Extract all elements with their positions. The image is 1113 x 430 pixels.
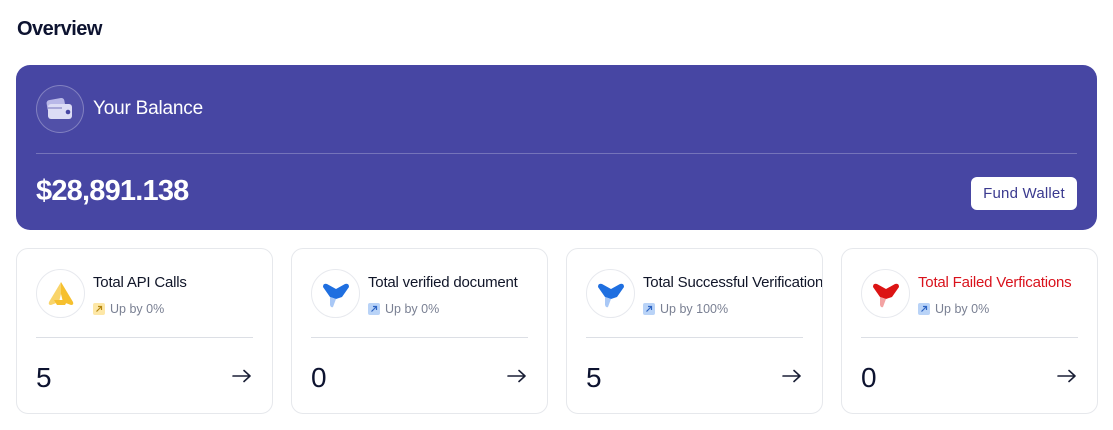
trend-up-icon [93,303,105,315]
stat-card-api-calls: Total API Calls Up by 0% 5 [16,248,273,414]
stat-card-failed-verifications: Total Failed Verfications Up by 0% 0 [841,248,1098,414]
trend-up-icon [643,303,655,315]
stat-value: 5 [36,362,52,393]
arrow-right-icon[interactable] [231,367,253,385]
balance-card: Your Balance $28,891.138 Fund Wallet [16,65,1097,230]
stat-divider [861,337,1078,338]
stat-title: Total Successful Verifications [643,274,823,291]
stat-card-verified-documents: Total verified document Up by 0% 0 [291,248,548,414]
stat-title: Total verified document [368,274,518,291]
stat-trend-text: Up by 100% [660,302,729,316]
fund-wallet-button[interactable]: Fund Wallet [971,177,1077,210]
stat-trend: Up by 0% [368,302,439,316]
arrow-right-icon[interactable] [781,367,803,385]
balance-divider [36,153,1077,154]
arrow-right-icon[interactable] [506,367,528,385]
wallet-icon [36,85,84,133]
stat-value: 0 [311,362,327,393]
stat-trend: Up by 0% [93,302,164,316]
stat-card-successful-verifications: Total Successful Verifications Up by 100… [566,248,823,414]
stat-value: 0 [861,362,877,393]
successful-verification-icon [586,269,635,318]
stat-divider [311,337,528,338]
stat-divider [586,337,803,338]
arrow-right-icon[interactable] [1056,367,1078,385]
balance-label: Your Balance [93,98,203,119]
balance-amount: $28,891.138 [36,175,189,207]
trend-up-icon [918,303,930,315]
stat-trend: Up by 0% [918,302,989,316]
stat-title: Total API Calls [93,274,187,291]
stat-trend-text: Up by 0% [935,302,990,316]
page-title: Overview [17,18,102,40]
stat-trend: Up by 100% [643,302,728,316]
stat-trend-text: Up by 0% [385,302,440,316]
verified-document-icon [311,269,360,318]
stat-value: 5 [586,362,602,393]
stat-title: Total Failed Verfications [918,274,1072,291]
stat-trend-text: Up by 0% [110,302,165,316]
failed-verification-icon [861,269,910,318]
stat-divider [36,337,253,338]
api-calls-icon [36,269,85,318]
trend-up-icon [368,303,380,315]
